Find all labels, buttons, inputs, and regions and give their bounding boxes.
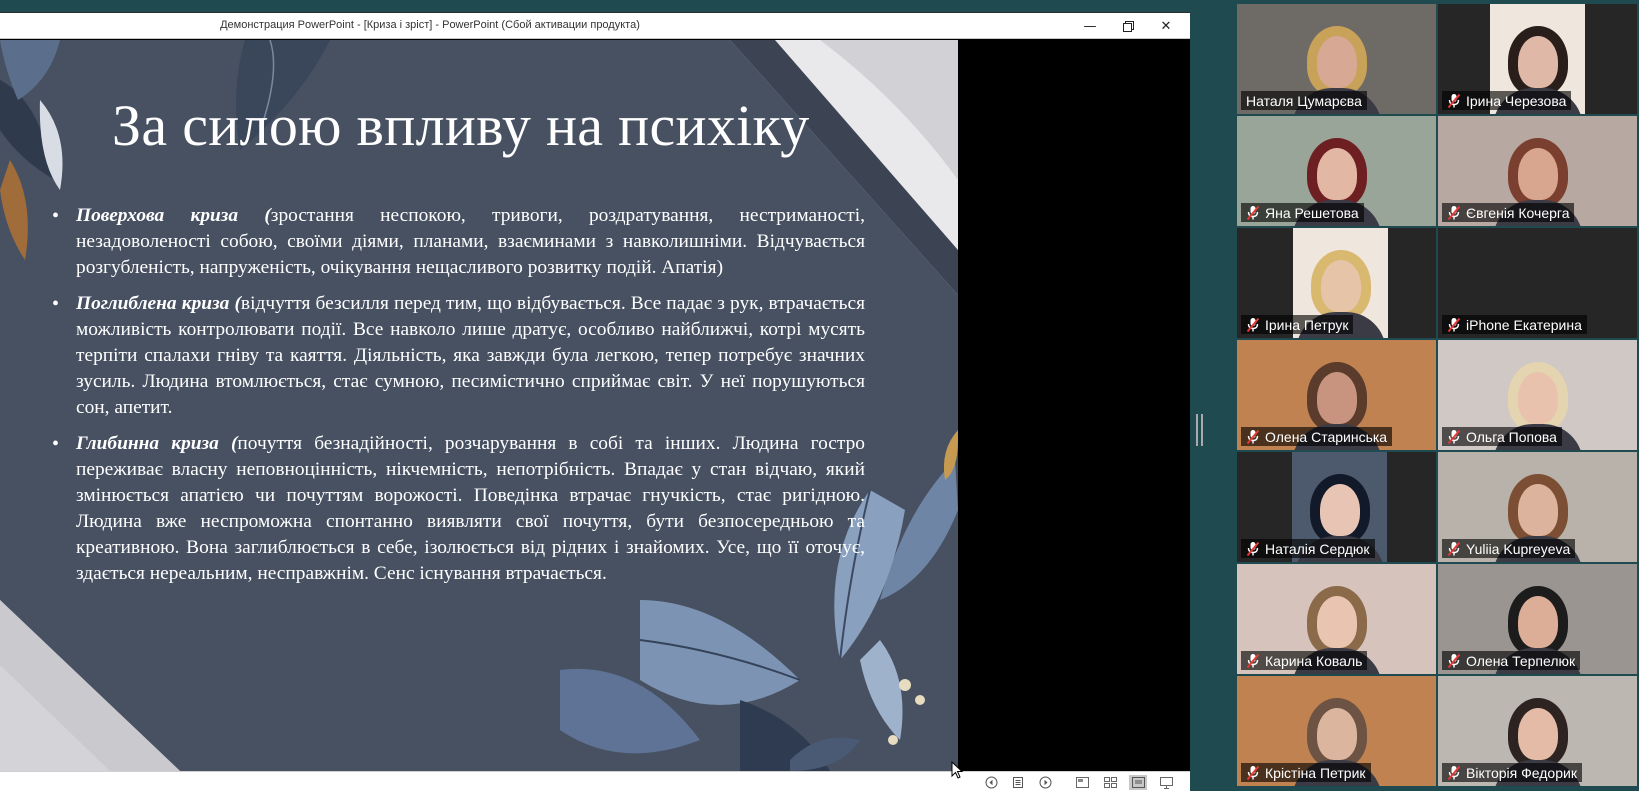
minimize-icon[interactable]: — bbox=[1071, 13, 1109, 39]
participant-name: Наталя Цумарєва bbox=[1246, 93, 1362, 109]
slide-body: Поверхова криза (зростання неспокою, три… bbox=[52, 203, 865, 597]
participant-face bbox=[1317, 36, 1357, 88]
window-title: Демонстрация PowerPoint - [Криза і зріст… bbox=[220, 19, 640, 31]
slide[interactable]: За силою впливу на психіку Поверхова кри… bbox=[0, 40, 958, 771]
participant-tile[interactable]: Yuliia Kupreyeva bbox=[1438, 452, 1637, 562]
slideshow-statusbar bbox=[0, 771, 1190, 791]
participant-name-label: Ірина Черезова bbox=[1442, 91, 1572, 110]
participant-name: Ірина Черезова bbox=[1466, 93, 1567, 109]
bullet-term: Глибинна криза ( bbox=[76, 433, 238, 454]
slide-menu-icon[interactable] bbox=[1009, 775, 1027, 790]
participant-name: Крістіна Петрик bbox=[1265, 765, 1366, 781]
participant-name-label: Yuliia Kupreyeva bbox=[1442, 539, 1576, 558]
participant-tile[interactable]: Яна Решетова bbox=[1237, 116, 1436, 226]
participant-gallery: Наталя Цумарєва Ірина Черезова Яна Решет… bbox=[1237, 4, 1639, 791]
participant-name-label: Крістіна Петрик bbox=[1241, 763, 1371, 782]
participant-name-label: Вікторія Федорик bbox=[1442, 763, 1582, 782]
muted-mic-icon bbox=[1447, 317, 1461, 333]
bullet-term: Поверхова криза ( bbox=[76, 205, 271, 226]
next-slide-icon[interactable] bbox=[1036, 775, 1054, 790]
participant-name: Карина Коваль bbox=[1265, 653, 1363, 669]
participant-tile[interactable]: iPhone Екатерина bbox=[1438, 228, 1637, 338]
participant-name: Вікторія Федорик bbox=[1466, 765, 1577, 781]
participant-name-label: iPhone Екатерина bbox=[1442, 315, 1587, 334]
close-icon[interactable]: ✕ bbox=[1147, 13, 1185, 39]
participant-tile[interactable]: Наталя Цумарєва bbox=[1237, 4, 1436, 114]
participant-face bbox=[1518, 484, 1558, 536]
participant-tile[interactable]: Наталія Сердюк bbox=[1237, 452, 1436, 562]
participant-face bbox=[1317, 372, 1357, 424]
muted-mic-icon bbox=[1246, 205, 1260, 221]
participant-name: iPhone Екатерина bbox=[1466, 317, 1582, 333]
participant-name: Наталія Сердюк bbox=[1265, 541, 1370, 557]
participant-tile[interactable]: Ольга Попова bbox=[1438, 340, 1637, 450]
participant-name-label: Олена Старинська bbox=[1241, 427, 1393, 446]
participant-name: Євгенія Кочерга bbox=[1466, 205, 1570, 221]
muted-mic-icon bbox=[1447, 205, 1461, 221]
muted-mic-icon bbox=[1246, 653, 1260, 669]
participant-tile[interactable]: Крістіна Петрик bbox=[1237, 676, 1436, 786]
muted-mic-icon bbox=[1447, 653, 1461, 669]
muted-mic-icon bbox=[1447, 429, 1461, 445]
participant-name-label: Наталя Цумарєва bbox=[1241, 91, 1367, 110]
participant-face bbox=[1517, 36, 1558, 88]
panel-splitter-handle[interactable] bbox=[1196, 414, 1203, 446]
muted-mic-icon bbox=[1447, 541, 1461, 557]
muted-mic-icon bbox=[1246, 429, 1260, 445]
participant-face bbox=[1320, 260, 1361, 312]
participant-face bbox=[1319, 484, 1360, 536]
window-titlebar[interactable]: Демонстрация PowerPoint - [Криза і зріст… bbox=[0, 13, 1190, 39]
participant-face bbox=[1317, 708, 1357, 760]
slide-title: За силою впливу на психіку bbox=[112, 93, 810, 158]
bullet-item: Поглиблена криза (відчуття безсилля пере… bbox=[52, 291, 865, 421]
participant-tile[interactable]: Олена Терпелюк bbox=[1438, 564, 1637, 674]
participant-tile[interactable]: Ірина Петрук bbox=[1237, 228, 1436, 338]
restore-icon[interactable] bbox=[1109, 13, 1147, 39]
participant-name: Ольга Попова bbox=[1466, 429, 1557, 445]
participant-tile[interactable]: Олена Старинська bbox=[1237, 340, 1436, 450]
participant-name: Ірина Петрук bbox=[1265, 317, 1349, 333]
participant-face bbox=[1518, 708, 1558, 760]
bullet-text: почуття безнадійності, розчарування в со… bbox=[76, 433, 865, 584]
muted-mic-icon bbox=[1246, 765, 1260, 781]
prev-slide-icon[interactable] bbox=[982, 775, 1000, 790]
participant-tile[interactable]: Ірина Черезова bbox=[1438, 4, 1637, 114]
muted-mic-icon bbox=[1246, 541, 1260, 557]
powerpoint-window: Демонстрация PowerPoint - [Криза і зріст… bbox=[0, 12, 1190, 791]
participant-name-label: Яна Решетова bbox=[1241, 203, 1364, 222]
participant-face bbox=[1317, 148, 1357, 200]
participant-name: Yuliia Kupreyeva bbox=[1466, 541, 1571, 557]
muted-mic-icon bbox=[1246, 317, 1260, 333]
participant-name-label: Карина Коваль bbox=[1241, 651, 1368, 670]
participant-name-label: Наталія Сердюк bbox=[1241, 539, 1375, 558]
participant-name-label: Ірина Петрук bbox=[1241, 315, 1354, 334]
muted-mic-icon bbox=[1447, 765, 1461, 781]
muted-mic-icon bbox=[1447, 93, 1461, 109]
participant-name: Олена Терпелюк bbox=[1466, 653, 1576, 669]
participant-tile[interactable]: Вікторія Федорик bbox=[1438, 676, 1637, 786]
participant-name-label: Євгенія Кочерга bbox=[1442, 203, 1575, 222]
slideshow-area[interactable]: За силою впливу на психіку Поверхова кри… bbox=[0, 40, 1190, 771]
participant-tile[interactable]: Карина Коваль bbox=[1237, 564, 1436, 674]
participant-tile[interactable]: Євгенія Кочерга bbox=[1438, 116, 1637, 226]
participant-face bbox=[1317, 596, 1357, 648]
bullet-item: Поверхова криза (зростання неспокою, три… bbox=[52, 203, 865, 281]
participant-name-label: Ольга Попова bbox=[1442, 427, 1562, 446]
slide-sorter-icon[interactable] bbox=[1101, 775, 1119, 790]
participant-face bbox=[1518, 372, 1558, 424]
participant-name: Яна Решетова bbox=[1265, 205, 1359, 221]
reading-view-icon[interactable] bbox=[1129, 775, 1147, 790]
participant-name-label: Олена Терпелюк bbox=[1442, 651, 1581, 670]
normal-view-icon[interactable] bbox=[1073, 775, 1091, 790]
participant-face bbox=[1518, 596, 1558, 648]
participant-face bbox=[1518, 148, 1558, 200]
mouse-cursor-icon bbox=[951, 760, 964, 783]
bullet-term: Поглиблена криза ( bbox=[76, 293, 241, 314]
bullet-item: Глибинна криза (почуття безнадійності, р… bbox=[52, 431, 865, 587]
slideshow-icon[interactable] bbox=[1157, 775, 1175, 790]
participant-name: Олена Старинська bbox=[1265, 429, 1388, 445]
